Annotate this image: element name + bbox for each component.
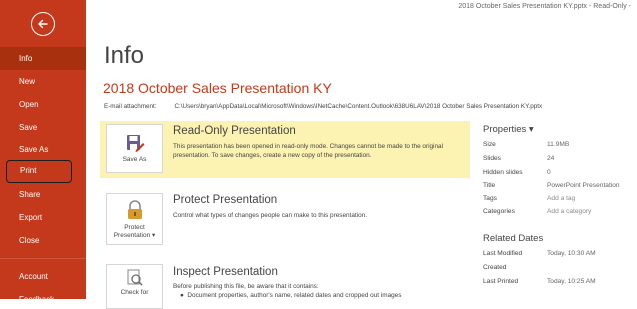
- back-arrow-icon: [38, 19, 48, 29]
- related-dates-heading: Related Dates: [483, 233, 544, 244]
- email-attachment-row: E-mail attachment: C:\Users\bryan\AppData…: [104, 103, 542, 110]
- save-as-icon: [127, 135, 145, 152]
- sidebar-divider: [0, 258, 86, 259]
- readonly-presentation-card: Save As Read-Only Presentation This pres…: [100, 121, 470, 178]
- inspect-description: Before publishing this file, be aware th…: [173, 283, 319, 290]
- protect-heading: Protect Presentation: [173, 194, 278, 206]
- sidebar-item-save-as[interactable]: Save As: [0, 138, 86, 161]
- protect-button-label-line1: Protect: [124, 224, 145, 231]
- date-value-last-modified: Today, 10:30 AM: [547, 250, 596, 257]
- window-title: 2018 October Sales Presentation KY.pptx …: [458, 3, 631, 10]
- sidebar-item-open[interactable]: Open: [0, 93, 86, 116]
- property-value-title[interactable]: PowerPoint Presentation: [547, 182, 620, 189]
- property-value-hidden-slides: 0: [547, 169, 551, 176]
- sidebar-item-share[interactable]: Share: [0, 183, 86, 206]
- property-label-size: Size: [483, 141, 496, 148]
- sidebar-item-info[interactable]: Info: [0, 47, 86, 70]
- inspect-bullet-text: Document properties, author's name, rela…: [187, 292, 402, 299]
- readonly-description: This presentation has been opened in rea…: [173, 143, 444, 159]
- backstage-sidebar: Info New Open Save Save As Print Share E…: [0, 0, 86, 299]
- email-attachment-label: E-mail attachment:: [104, 103, 157, 110]
- check-for-issues-button[interactable]: Check for: [106, 264, 163, 309]
- property-label-slides: Slides: [483, 155, 501, 162]
- page-title: Info: [104, 42, 145, 69]
- sidebar-item-feedback[interactable]: Feedback: [0, 288, 86, 299]
- save-as-button[interactable]: Save As: [106, 124, 163, 173]
- property-label-tags: Tags: [483, 195, 497, 202]
- property-value-slides: 24: [547, 155, 555, 162]
- property-label-title: Title: [483, 182, 496, 189]
- date-label-last-printed: Last Printed: [483, 278, 519, 285]
- property-label-categories: Categories: [483, 208, 515, 215]
- date-value-last-printed: Today, 10:25 AM: [547, 278, 596, 285]
- sidebar-item-save[interactable]: Save: [0, 116, 86, 139]
- inspect-heading: Inspect Presentation: [173, 266, 278, 278]
- save-as-button-label: Save As: [122, 156, 147, 163]
- protect-presentation-button[interactable]: Protect Presentation ▾: [106, 193, 163, 245]
- protect-description: Control what types of changes people can…: [173, 212, 367, 219]
- back-button[interactable]: [31, 12, 55, 36]
- add-tag-field[interactable]: Add a tag: [547, 195, 575, 202]
- sidebar-item-account[interactable]: Account: [0, 265, 86, 288]
- inspect-presentation-card: Check for Inspect Presentation Before pu…: [100, 260, 470, 309]
- add-category-field[interactable]: Add a category: [547, 208, 591, 215]
- protect-presentation-card: Protect Presentation ▾ Protect Presentat…: [100, 188, 470, 248]
- check-for-button-label: Check for: [120, 289, 149, 296]
- document-title: 2018 October Sales Presentation KY: [103, 80, 332, 96]
- date-label-last-modified: Last Modified: [483, 250, 523, 257]
- properties-dropdown[interactable]: Properties ▾: [483, 124, 534, 135]
- lock-icon: [128, 200, 142, 219]
- readonly-heading: Read-Only Presentation: [173, 125, 296, 137]
- sidebar-item-export[interactable]: Export: [0, 206, 86, 229]
- protect-button-label-line2: Presentation ▾: [113, 232, 156, 239]
- email-attachment-path: C:\Users\bryan\AppData\Local\Microsoft\W…: [174, 103, 543, 110]
- property-label-hidden-slides: Hidden slides: [483, 169, 523, 176]
- sidebar-item-close[interactable]: Close: [0, 229, 86, 252]
- sidebar-item-new[interactable]: New: [0, 70, 86, 93]
- property-value-size: 11.9MB: [547, 141, 570, 148]
- sidebar-item-print[interactable]: Print: [6, 160, 72, 183]
- inspect-document-icon: [127, 269, 143, 286]
- date-label-created: Created: [483, 264, 507, 271]
